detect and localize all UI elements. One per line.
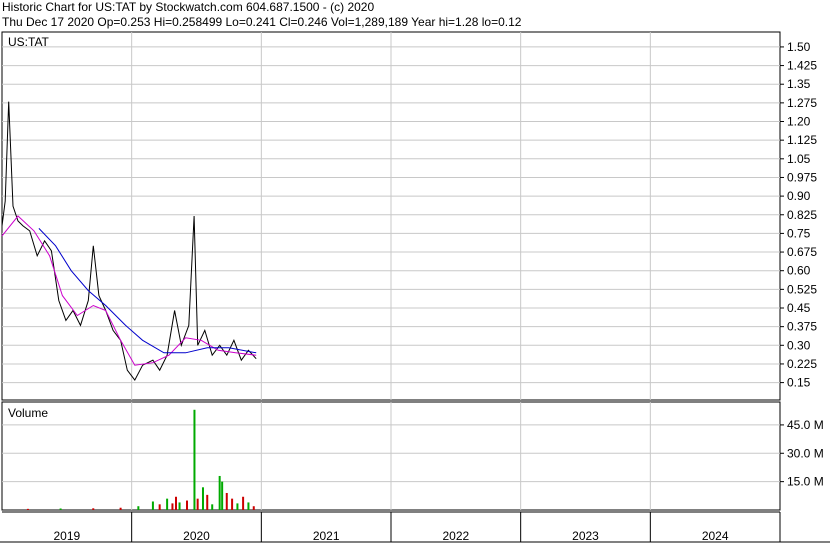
volume-bar [247,502,250,510]
volume-tick-label: 30.0 M [787,446,824,460]
price-tick-label: 1.50 [787,40,811,54]
volume-bar [171,503,174,510]
volume-bar [201,487,204,510]
year-label: 2021 [313,529,340,543]
price-tick-label: 1.125 [787,133,817,147]
volume-bar [59,508,62,510]
price-tick-label: 0.90 [787,189,811,203]
volume-bar [186,500,189,510]
volume-bar [236,503,239,510]
volume-bar [196,498,199,510]
y-axis-ticks: 1.50 1.425 1.35 1.275 1.20 1.125 1.05 0.975 0.90… [787,40,824,489]
volume-tick-label: 15.0 M [787,475,824,489]
price-tick-label: 0.45 [787,301,811,315]
volume-bar [26,508,29,510]
volume-bar [211,504,214,510]
price-tick-label: 1.20 [787,115,811,129]
price-tick-label: 0.825 [787,208,817,222]
price-tick-label: 0.75 [787,226,811,240]
price-tick-label: 1.425 [787,59,817,73]
chart-grid [2,32,784,542]
volume-bar [119,507,122,510]
volume-bar [178,502,181,510]
volume-bar [158,504,161,510]
volume-bar [218,475,221,510]
year-label: 2019 [53,529,80,543]
volume-bar [193,409,196,510]
short-moving-average-line [1,215,257,366]
volume-bar [242,496,245,510]
volume-bar [166,498,169,510]
price-tick-label: 0.30 [787,338,811,352]
chart-frame [0,31,830,543]
price-tick-label: 1.275 [787,96,817,110]
price-tick-label: 0.525 [787,282,817,296]
year-label: 2020 [183,529,210,543]
volume-bar [252,506,255,510]
year-label: 2022 [442,529,469,543]
price-tick-label: 1.05 [787,152,811,166]
price-tick-label: 0.225 [787,357,817,371]
price-tick-label: 0.15 [787,376,811,390]
year-label: 2024 [702,529,729,543]
volume-bar [174,496,177,510]
volume-bar [225,492,228,510]
volume-bar [206,494,209,510]
volume-tick-label: 45.0 M [787,418,824,432]
volume-bar [92,508,95,510]
price-series-group [1,101,257,382]
price-tick-label: 0.60 [787,264,811,278]
volume-bar [221,481,224,510]
price-tick-label: 0.975 [787,170,817,184]
year-label: 2023 [572,529,599,543]
stock-chart: 1.50 1.425 1.35 1.275 1.20 1.125 1.05 0.975 0.90… [0,31,830,543]
price-tick-label: 1.35 [787,77,811,91]
volume-bar [151,501,154,510]
long-moving-average-line [38,228,257,354]
volume-bar [137,506,140,510]
volume-bar [231,498,234,510]
price-panel-title: US:TAT [8,35,50,49]
price-tick-label: 0.675 [787,245,817,259]
price-tick-label: 0.375 [787,320,817,334]
volume-panel-title: Volume [8,406,48,420]
